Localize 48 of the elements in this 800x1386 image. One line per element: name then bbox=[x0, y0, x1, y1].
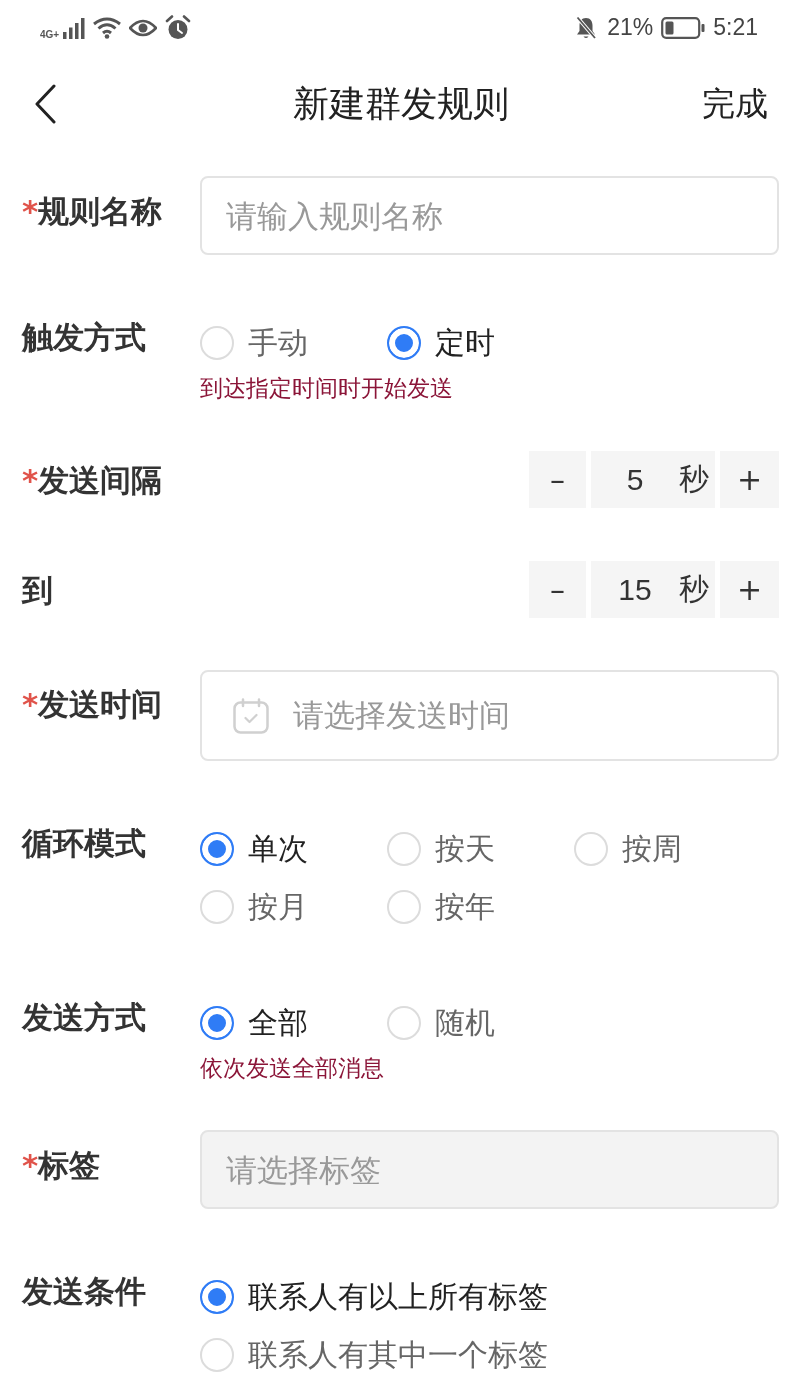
back-icon bbox=[34, 84, 56, 124]
bell-off-icon bbox=[575, 15, 598, 40]
field-label: 发送条件 bbox=[22, 1272, 147, 1311]
decrement-button[interactable]: – bbox=[529, 561, 586, 618]
unit-label: 秒 bbox=[679, 570, 709, 608]
clock-time: 5:21 bbox=[713, 14, 758, 41]
hint-text: 依次发送全部消息 bbox=[200, 1054, 385, 1083]
eye-icon bbox=[129, 17, 158, 38]
radio-option[interactable]: 按年 bbox=[387, 887, 495, 927]
radio-option[interactable]: 全部 bbox=[200, 1003, 308, 1043]
radio-option[interactable]: 手动 bbox=[200, 323, 308, 363]
increment-button[interactable]: + bbox=[720, 451, 779, 508]
radio-option[interactable]: 按周 bbox=[574, 829, 682, 869]
field-label: *规则名称 bbox=[22, 192, 164, 231]
radio-option[interactable]: 按天 bbox=[387, 829, 495, 869]
decrement-button[interactable]: – bbox=[529, 451, 586, 508]
signal-icon bbox=[63, 16, 86, 39]
calendar-icon bbox=[233, 697, 269, 734]
radio-option[interactable]: 联系人有其中一个标签 bbox=[200, 1335, 548, 1375]
field-label: *发送时间 bbox=[22, 685, 164, 724]
hint-text: 到达指定时间时开始发送 bbox=[200, 374, 454, 403]
field-label: *发送间隔 bbox=[22, 460, 164, 500]
value-text: 5 bbox=[626, 462, 644, 497]
network-label: 4G+ bbox=[40, 28, 60, 40]
radio-option[interactable]: 联系人有以上所有标签 bbox=[200, 1277, 548, 1317]
done-button[interactable]: 完成 bbox=[702, 81, 768, 127]
field-label: *标签 bbox=[22, 1146, 102, 1185]
field-label: 发送方式 bbox=[22, 998, 147, 1037]
battery-percent: 21% bbox=[607, 14, 654, 41]
unit-label: 秒 bbox=[679, 460, 709, 498]
value-text: 15 bbox=[618, 572, 652, 607]
field-label: 到 bbox=[22, 570, 54, 610]
wifi-icon bbox=[93, 16, 122, 39]
increment-button[interactable]: + bbox=[720, 561, 779, 618]
battery-icon bbox=[661, 16, 706, 39]
select-field[interactable]: 请选择标签 bbox=[200, 1130, 779, 1209]
field-label: 循环模式 bbox=[22, 824, 147, 863]
radio-option[interactable]: 按月 bbox=[200, 887, 308, 927]
back-button[interactable] bbox=[34, 84, 56, 124]
radio-option[interactable]: 单次 bbox=[200, 829, 308, 869]
radio-option[interactable]: 定时 bbox=[387, 323, 495, 363]
field-label: 触发方式 bbox=[22, 318, 147, 357]
value-field[interactable]: 5 秒 bbox=[591, 451, 715, 508]
alarm-clock-icon bbox=[165, 14, 192, 41]
page-title: 新建群发规则 bbox=[293, 81, 509, 126]
value-field[interactable]: 15 秒 bbox=[591, 561, 715, 618]
text-field[interactable]: 请输入规则名称 bbox=[200, 176, 779, 255]
radio-option[interactable]: 随机 bbox=[387, 1003, 495, 1043]
